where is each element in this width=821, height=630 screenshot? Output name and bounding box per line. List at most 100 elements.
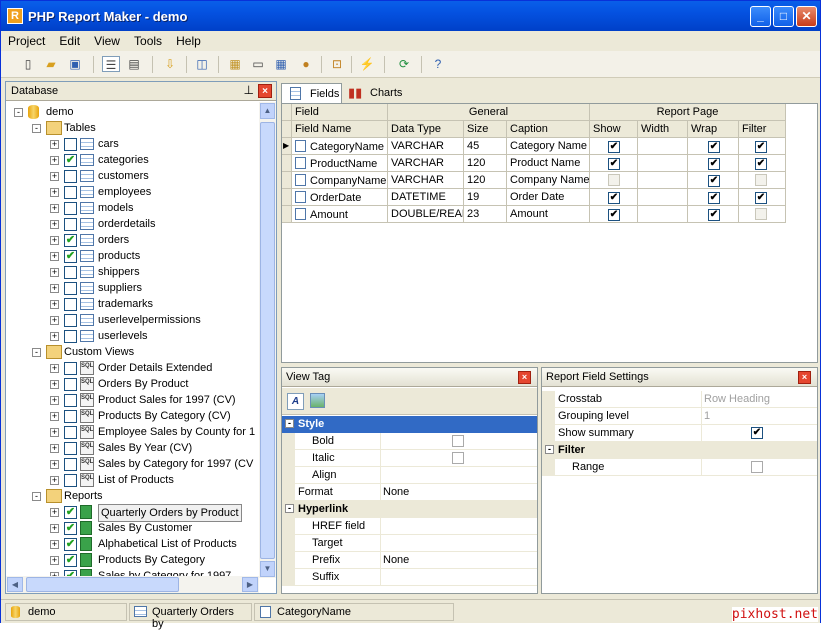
item-checkbox[interactable] bbox=[64, 458, 77, 471]
expand-icon[interactable]: + bbox=[50, 364, 59, 373]
expand-icon[interactable]: + bbox=[50, 188, 59, 197]
scroll-left-icon[interactable]: ◀ bbox=[7, 577, 23, 592]
report-icon[interactable]: ▦ bbox=[226, 56, 244, 72]
show-checkbox[interactable] bbox=[608, 174, 620, 186]
expand-icon[interactable]: + bbox=[50, 428, 59, 437]
expand-icon[interactable]: + bbox=[50, 156, 59, 165]
expand-icon[interactable]: + bbox=[50, 444, 59, 453]
database-tree[interactable]: - demo - Tables + cars + ✔ categories + customers +… bbox=[6, 102, 259, 578]
item-checkbox[interactable] bbox=[64, 218, 77, 231]
expand-icon[interactable]: + bbox=[50, 300, 59, 309]
filter-section[interactable]: - Filter bbox=[542, 442, 817, 459]
expand-icon[interactable]: + bbox=[50, 412, 59, 421]
item-checkbox[interactable] bbox=[64, 266, 77, 279]
page-icon[interactable]: ▭ bbox=[249, 56, 267, 72]
href-field-property[interactable]: HREF field bbox=[282, 518, 537, 535]
expand-icon[interactable]: + bbox=[50, 380, 59, 389]
pin-icon[interactable]: ⊥ bbox=[244, 83, 254, 97]
refresh-icon[interactable]: ⟳ bbox=[395, 56, 413, 72]
expand-icon[interactable]: + bbox=[50, 252, 59, 261]
menu-tools[interactable]: Tools bbox=[127, 31, 166, 48]
expand-icon[interactable]: + bbox=[50, 460, 59, 469]
filter-checkbox[interactable] bbox=[755, 208, 767, 220]
help-icon[interactable]: ? bbox=[429, 56, 447, 72]
column-header[interactable]: Size bbox=[464, 121, 507, 138]
title-bar[interactable]: R PHP Report Maker - demo _ □ ✕ bbox=[1, 1, 820, 31]
item-checkbox[interactable]: ✔ bbox=[64, 234, 77, 247]
close-icon[interactable]: × bbox=[258, 84, 272, 98]
wrap-checkbox[interactable]: ✔ bbox=[708, 141, 720, 153]
format-property[interactable]: Format None bbox=[282, 484, 537, 501]
tree-table-item[interactable]: + models bbox=[6, 200, 259, 216]
filter-checkbox[interactable]: ✔ bbox=[755, 141, 767, 153]
item-checkbox[interactable]: ✔ bbox=[64, 554, 77, 567]
expand-icon[interactable]: + bbox=[50, 140, 59, 149]
tree-folder-custom-views[interactable]: - Custom Views bbox=[6, 344, 259, 360]
tree-table-item[interactable]: + userlevelpermissions bbox=[6, 312, 259, 328]
fields-grid[interactable]: Field General Report Page Field Name Data Ty… bbox=[281, 103, 818, 363]
size-cell[interactable]: 45 bbox=[464, 138, 507, 155]
expand-icon[interactable]: + bbox=[50, 508, 59, 517]
show-summary-property[interactable]: Show summary ✔ bbox=[542, 425, 817, 442]
open-icon[interactable]: ▰ bbox=[42, 56, 60, 72]
menu-edit[interactable]: Edit bbox=[52, 31, 84, 48]
collapse-icon[interactable]: - bbox=[32, 124, 41, 133]
filter-checkbox[interactable]: ✔ bbox=[755, 192, 767, 204]
lock-icon[interactable]: ⊡ bbox=[328, 56, 346, 72]
target-property[interactable]: Target bbox=[282, 535, 537, 552]
tree-table-item[interactable]: + employees bbox=[6, 184, 259, 200]
list-view-icon[interactable]: ▤ bbox=[125, 56, 143, 72]
scroll-right-icon[interactable]: ▶ bbox=[242, 577, 258, 592]
expand-icon[interactable]: + bbox=[50, 396, 59, 405]
expand-icon[interactable]: + bbox=[50, 268, 59, 277]
field-name-cell[interactable]: OrderDate bbox=[292, 189, 388, 206]
expand-icon[interactable]: + bbox=[50, 540, 59, 549]
wrap-checkbox[interactable]: ✔ bbox=[708, 158, 720, 170]
align-property[interactable]: Align bbox=[282, 467, 537, 484]
property-checkbox[interactable]: ✔ bbox=[751, 427, 763, 439]
expand-icon[interactable]: + bbox=[50, 284, 59, 293]
item-checkbox[interactable] bbox=[64, 186, 77, 199]
field-name-cell[interactable]: ProductName bbox=[292, 155, 388, 172]
field-name-cell[interactable]: CategoryName bbox=[292, 138, 388, 155]
suffix-property[interactable]: Suffix bbox=[282, 569, 537, 586]
tree-view-item[interactable]: + SQL Sales by Category for 1997 (CV bbox=[6, 456, 259, 472]
show-checkbox[interactable]: ✔ bbox=[608, 209, 620, 221]
tree-table-item[interactable]: + userlevels bbox=[6, 328, 259, 344]
item-checkbox[interactable] bbox=[64, 442, 77, 455]
filter-checkbox[interactable] bbox=[755, 174, 767, 186]
grouping-level-property[interactable]: Grouping level 1 bbox=[542, 408, 817, 425]
property-checkbox[interactable] bbox=[452, 452, 464, 464]
column-header[interactable]: Data Type bbox=[388, 121, 464, 138]
save-icon[interactable]: ▣ bbox=[66, 56, 84, 72]
field-name-cell[interactable]: CompanyName bbox=[292, 172, 388, 189]
tree-table-item[interactable]: + ✔ orders bbox=[6, 232, 259, 248]
scroll-up-icon[interactable]: ▲ bbox=[260, 103, 275, 119]
close-icon[interactable]: × bbox=[798, 371, 811, 384]
range-property[interactable]: Range bbox=[542, 459, 817, 476]
close-icon[interactable]: × bbox=[518, 371, 531, 384]
size-cell[interactable]: 23 bbox=[464, 206, 507, 223]
caption-cell[interactable]: Order Date bbox=[507, 189, 590, 206]
menu-help[interactable]: Help bbox=[169, 31, 205, 48]
item-checkbox[interactable] bbox=[64, 394, 77, 407]
hyperlink-section[interactable]: - Hyperlink bbox=[282, 501, 537, 518]
item-checkbox[interactable] bbox=[64, 410, 77, 423]
item-checkbox[interactable] bbox=[64, 282, 77, 295]
tree-view-icon[interactable]: ☰ bbox=[102, 56, 120, 72]
expand-icon[interactable]: + bbox=[50, 220, 59, 229]
tree-view-item[interactable]: + SQL Employee Sales by County for 1 bbox=[6, 424, 259, 440]
property-checkbox[interactable] bbox=[751, 461, 763, 473]
tab-fields[interactable]: Fields bbox=[281, 83, 342, 103]
collapse-icon[interactable]: - bbox=[285, 504, 294, 513]
size-cell[interactable]: 120 bbox=[464, 172, 507, 189]
expand-icon[interactable]: + bbox=[50, 236, 59, 245]
expand-icon[interactable]: + bbox=[50, 332, 59, 341]
column-header[interactable]: Caption bbox=[507, 121, 590, 138]
tree-report-item[interactable]: + ✔ Quarterly Orders by Product bbox=[6, 504, 259, 522]
tree-folder-tables[interactable]: - Tables bbox=[6, 120, 259, 136]
size-cell[interactable]: 120 bbox=[464, 155, 507, 172]
column-header[interactable]: Wrap bbox=[688, 121, 739, 138]
maximize-button[interactable]: □ bbox=[773, 6, 794, 27]
item-checkbox[interactable]: ✔ bbox=[64, 522, 77, 535]
